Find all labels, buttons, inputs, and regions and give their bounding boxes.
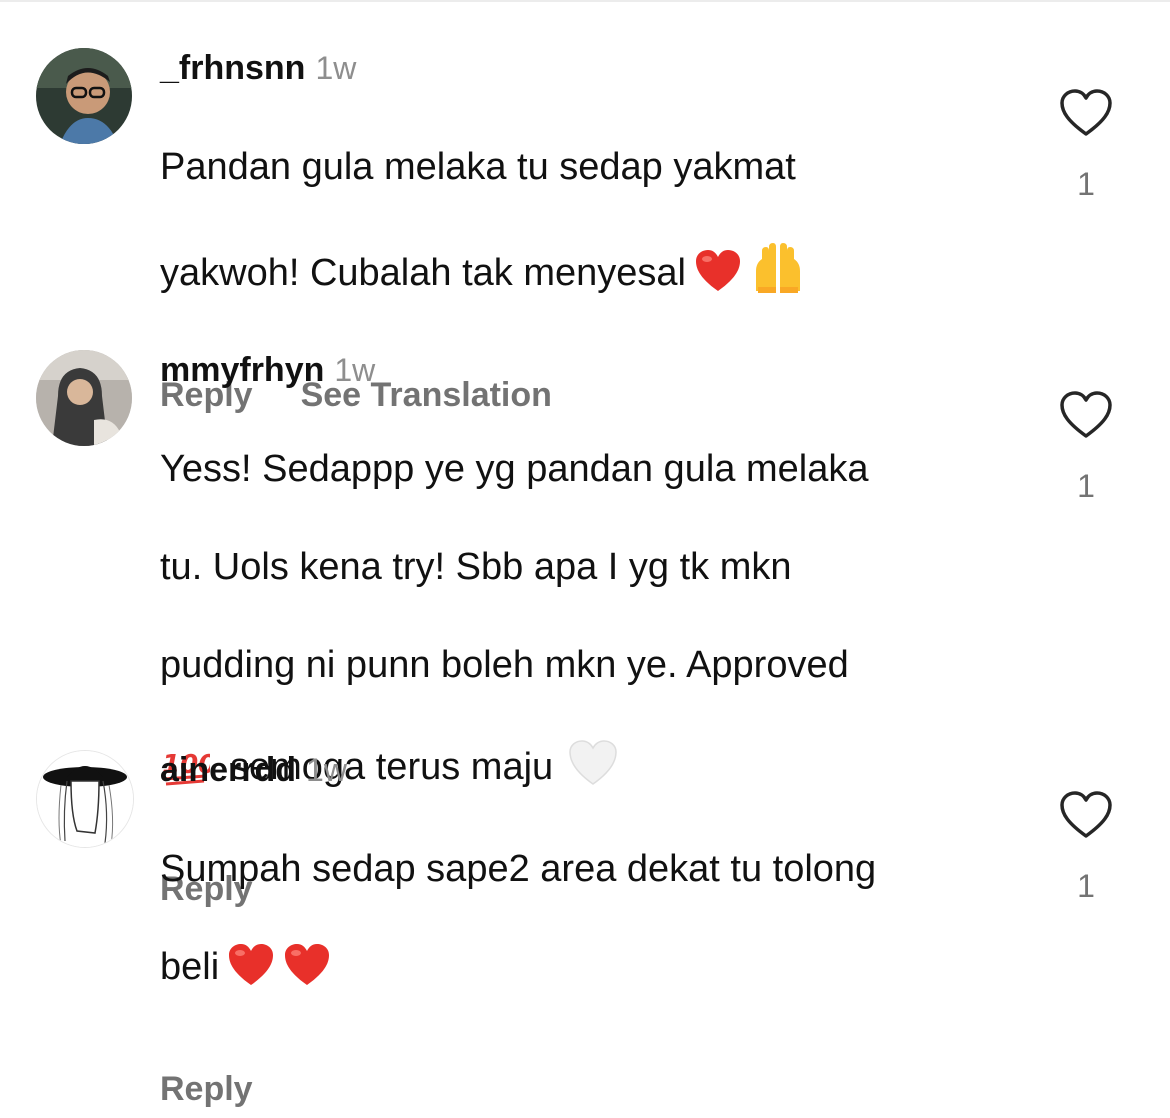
comment-line: Sumpah sedap sape2 area dekat tu tolong: [160, 848, 877, 890]
timestamp: 1w: [334, 352, 376, 388]
username[interactable]: _frhnsnn: [160, 49, 305, 87]
raising-hands-icon: [750, 241, 806, 306]
comment-line: Yess! Sedappp ye yg pandan gula melaka: [160, 448, 869, 490]
like-heart-icon[interactable]: [1058, 790, 1114, 842]
comment-line: pudding ni punn boleh mkn ye. Approved: [160, 644, 849, 686]
red-heart-icon: [694, 249, 742, 306]
like-count: 1: [1077, 468, 1095, 504]
red-heart-icon: [227, 943, 275, 1000]
comment-line-text: yakwoh! Cubalah tak menyesal: [160, 252, 686, 294]
comment-line-text: beli: [160, 946, 220, 988]
like-heart-icon[interactable]: [1058, 390, 1114, 442]
comment-line: yakwoh! Cubalah tak menyesal: [160, 241, 1010, 306]
comment-text: Pandan gula melaka tu sedap yakmat yakwo…: [160, 94, 1010, 355]
comment-line: beli: [160, 943, 1010, 1000]
comment-line: Pandan gula melaka tu sedap yakmat: [160, 146, 796, 188]
like-count: 1: [1077, 166, 1095, 202]
username[interactable]: ainerrdd: [160, 751, 296, 789]
timestamp: 1w: [306, 752, 347, 788]
red-heart-icon: [283, 943, 331, 1000]
like-count: 1: [1077, 868, 1095, 904]
username[interactable]: mmyfrhyn: [160, 351, 324, 389]
avatar[interactable]: [36, 750, 134, 848]
avatar[interactable]: [36, 350, 132, 446]
reply-button[interactable]: Reply: [160, 1070, 253, 1108]
avatar[interactable]: [36, 48, 132, 144]
top-divider: [0, 0, 1170, 2]
comment-text: Sumpah sedap sape2 area dekat tu tolong …: [160, 796, 1010, 1049]
comment-line: tu. Uols kena try! Sbb apa I yg tk mkn: [160, 546, 792, 588]
like-heart-icon[interactable]: [1058, 88, 1114, 140]
timestamp: 1w: [315, 50, 357, 86]
